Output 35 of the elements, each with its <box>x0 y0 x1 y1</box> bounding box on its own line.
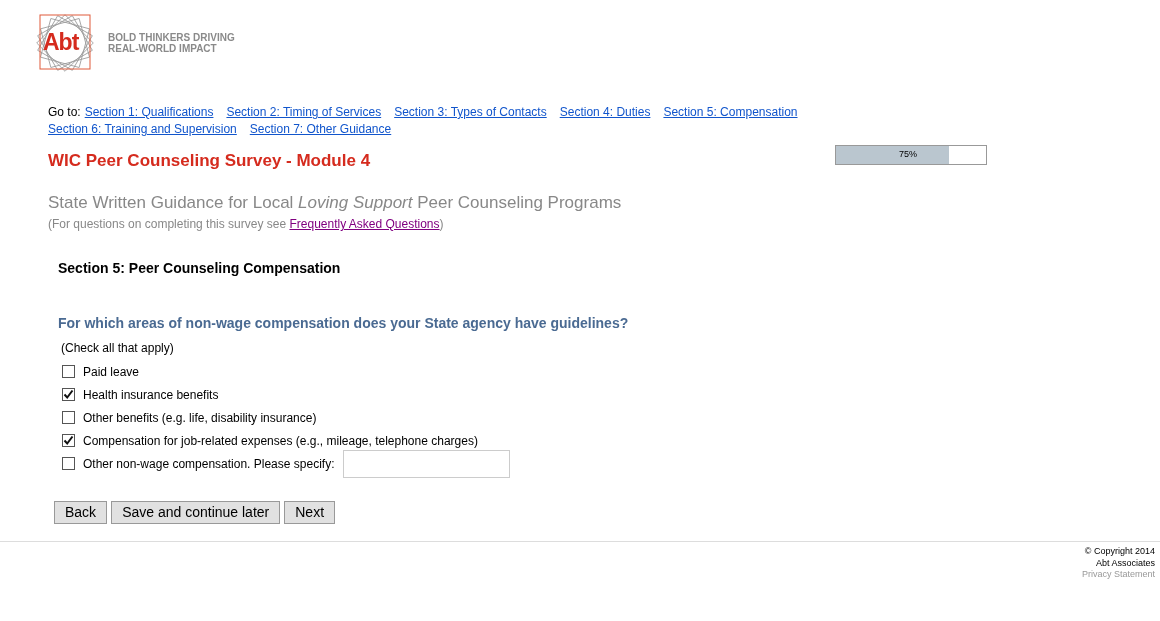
section-link[interactable]: Section 1: Qualifications <box>84 104 214 121</box>
checkbox[interactable] <box>62 434 75 447</box>
help-note: (For questions on completing this survey see Frequently Asked Questions) <box>47 216 445 233</box>
tagline-text: REAL-WORLD IMPACT <box>108 42 218 54</box>
checkbox[interactable] <box>62 365 75 378</box>
section-link[interactable]: Section 5: Compensation <box>663 104 798 121</box>
checkbox[interactable] <box>62 457 75 470</box>
section-link[interactable]: Section 6: Training and Supervision <box>48 121 237 138</box>
company-name: Abt Associates <box>1095 557 1155 569</box>
checkbox[interactable] <box>62 411 75 424</box>
question-text: For which areas of non-wage compensation does your State agency have guidelines? <box>57 314 630 333</box>
section-link[interactable]: Section 7: Other Guidance <box>249 121 392 138</box>
section-heading: Section 5: Peer Counseling Compensation <box>57 259 342 278</box>
form-button[interactable]: Back <box>54 501 108 524</box>
option-label: Paid leave <box>83 363 140 381</box>
tagline-text: BOLD THINKERS DRIVING <box>108 31 235 43</box>
faq-link[interactable]: Frequently Asked Questions <box>289 217 440 231</box>
section-link[interactable]: Section 4: Duties <box>559 104 651 121</box>
option-label: Health insurance benefits <box>83 386 219 404</box>
progress-reading: 75% <box>898 148 918 162</box>
checkbox[interactable] <box>62 388 75 401</box>
option-label: Compensation for job-related expenses (e.g., mileage, telephone charges) <box>83 432 478 450</box>
subtitle: State Written Guidance for Local Loving Support Peer Counseling Programs <box>47 191 623 214</box>
page-title: WIC Peer Counseling Survey - Module 4 <box>48 150 372 172</box>
specify-field[interactable] <box>343 449 511 478</box>
form-button[interactable]: Next <box>284 501 336 524</box>
section-link[interactable]: Section 3: Types of Contacts <box>394 104 547 121</box>
form-button[interactable]: Save and continue later <box>111 501 281 524</box>
logo-text: Abt <box>43 28 79 55</box>
goto-label: Go to: <box>48 104 81 121</box>
copyright-text: © Copyright 2014 <box>1084 546 1155 558</box>
option-label: Other benefits (e.g. life, disability insurance) <box>83 409 317 427</box>
instruction-text: (Check all that apply) <box>60 340 175 357</box>
option-label: Other non-wage compensation. Please specify: <box>83 455 335 473</box>
section-link[interactable]: Section 2: Timing of Services <box>226 104 382 121</box>
